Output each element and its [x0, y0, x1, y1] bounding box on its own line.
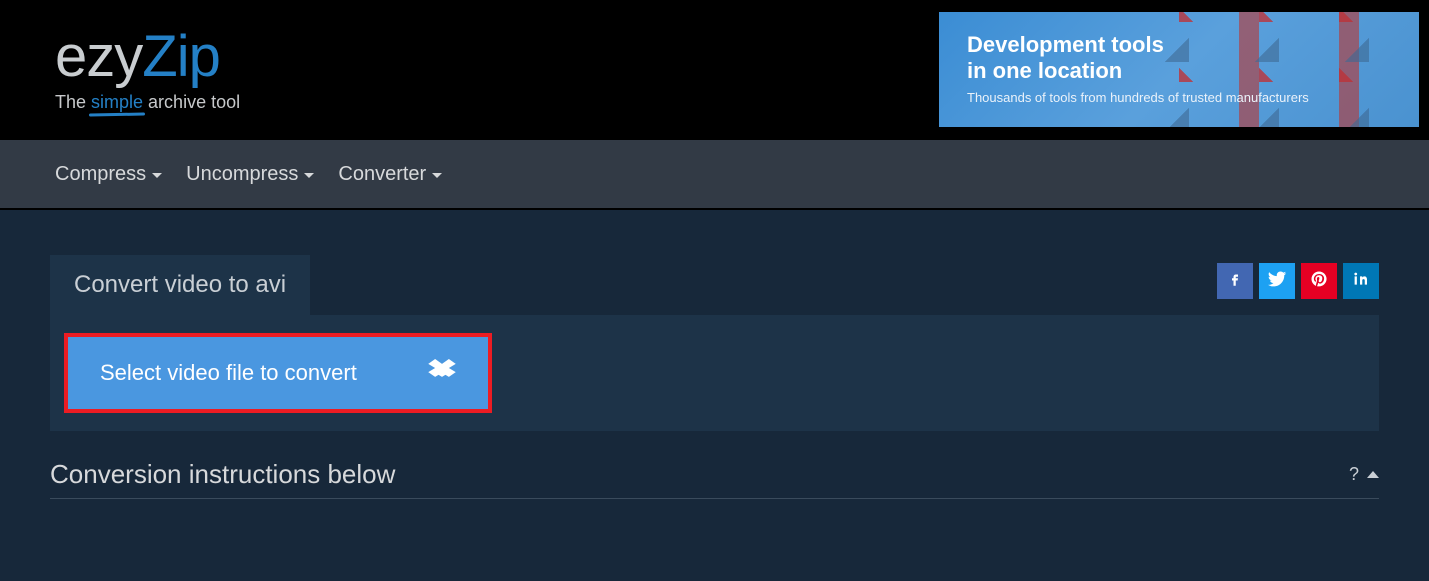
nav-converter[interactable]: Converter: [338, 163, 442, 186]
nav-converter-label: Converter: [338, 163, 426, 186]
panel-body: Select video file to convert: [50, 315, 1379, 431]
ad-banner[interactable]: Development tools in one location Thousa…: [939, 12, 1419, 127]
tagline-highlight: simple: [91, 92, 143, 112]
main-content: Convert video to avi: [0, 210, 1429, 581]
share-facebook-button[interactable]: [1217, 263, 1253, 299]
share-pinterest-button[interactable]: [1301, 263, 1337, 299]
linkedin-icon: [1352, 270, 1370, 293]
tab-convert-video[interactable]: Convert video to avi: [50, 255, 310, 315]
ad-title-line2: in one location: [967, 58, 1122, 83]
panel-wrapper: Convert video to avi: [50, 255, 1379, 431]
social-share-row: [1217, 263, 1379, 299]
nav-compress[interactable]: Compress: [55, 163, 162, 186]
chevron-down-icon: [432, 173, 442, 178]
header: ezyZip The simple archive tool Developme…: [0, 0, 1429, 140]
dropbox-icon[interactable]: [428, 359, 456, 387]
twitter-icon: [1267, 269, 1287, 294]
ad-title-line1: Development tools: [967, 32, 1164, 57]
navbar: Compress Uncompress Converter: [0, 140, 1429, 210]
chevron-up-icon: [1367, 471, 1379, 478]
logo-block[interactable]: ezyZip The simple archive tool: [55, 28, 240, 113]
content-wrap: Convert video to avi: [50, 210, 1379, 499]
instructions-header: Conversion instructions below ?: [50, 459, 1379, 499]
tagline-post: archive tool: [143, 92, 240, 112]
chevron-down-icon: [152, 173, 162, 178]
tagline-pre: The: [55, 92, 91, 112]
tagline: The simple archive tool: [55, 92, 240, 113]
help-toggle[interactable]: ?: [1349, 464, 1379, 485]
logo-part-ezy: ezy: [55, 24, 142, 89]
select-button-label: Select video file to convert: [100, 360, 357, 386]
ad-subtitle: Thousands of tools from hundreds of trus…: [967, 90, 1391, 107]
logo-part-zip: Zip: [142, 24, 220, 89]
ad-title: Development tools in one location: [967, 32, 1391, 85]
nav-uncompress[interactable]: Uncompress: [186, 163, 314, 186]
nav-uncompress-label: Uncompress: [186, 163, 298, 186]
share-linkedin-button[interactable]: [1343, 263, 1379, 299]
pinterest-icon: [1310, 270, 1328, 293]
help-icon: ?: [1349, 464, 1359, 485]
select-video-file-button[interactable]: Select video file to convert: [68, 337, 488, 409]
instructions-title: Conversion instructions below: [50, 459, 395, 490]
facebook-icon: [1226, 270, 1244, 293]
select-file-highlight: Select video file to convert: [64, 333, 492, 413]
nav-compress-label: Compress: [55, 163, 146, 186]
share-twitter-button[interactable]: [1259, 263, 1295, 299]
logo: ezyZip: [55, 28, 240, 86]
chevron-down-icon: [304, 173, 314, 178]
